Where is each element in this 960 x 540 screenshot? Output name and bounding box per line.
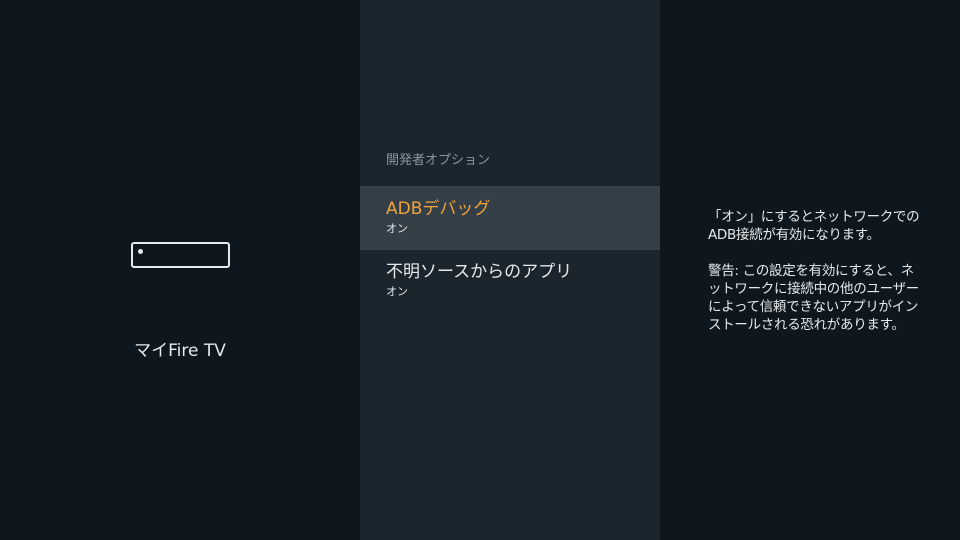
description-panel: 「オン」にするとネットワークでのADB接続が有効になります。 警告: この設定を… [660, 0, 960, 540]
settings-screen: マイFire TV 開発者オプション ADBデバッグ オン 不明ソースからのアプ… [0, 0, 960, 540]
developer-options-menu: 開発者オプション ADBデバッグ オン 不明ソースからのアプリ オン [360, 0, 660, 540]
menu-item-adb-debugging[interactable]: ADBデバッグ オン [360, 186, 660, 250]
device-name: マイFire TV [134, 341, 226, 361]
fire-tv-device-icon [131, 242, 230, 268]
warning-text: 警告: この設定を有効にすると、ネットワークに接続中の他のユーザーによって信頼で… [708, 263, 919, 333]
setting-description: 「オン」にするとネットワークでのADB接続が有効になります。 警告: この設定を… [708, 208, 920, 334]
menu-item-value: オン [386, 285, 408, 298]
menu-item-unknown-sources[interactable]: 不明ソースからのアプリ オン [360, 250, 660, 314]
description-text: 「オン」にするとネットワークでのADB接続が有効になります。 [708, 209, 920, 243]
device-panel: マイFire TV [0, 0, 360, 540]
menu-item-label: ADBデバッグ [386, 199, 491, 219]
device-led [138, 249, 143, 254]
menu-item-value: オン [386, 222, 408, 235]
section-title: 開発者オプション [386, 153, 491, 168]
menu-item-label: 不明ソースからのアプリ [386, 262, 573, 282]
